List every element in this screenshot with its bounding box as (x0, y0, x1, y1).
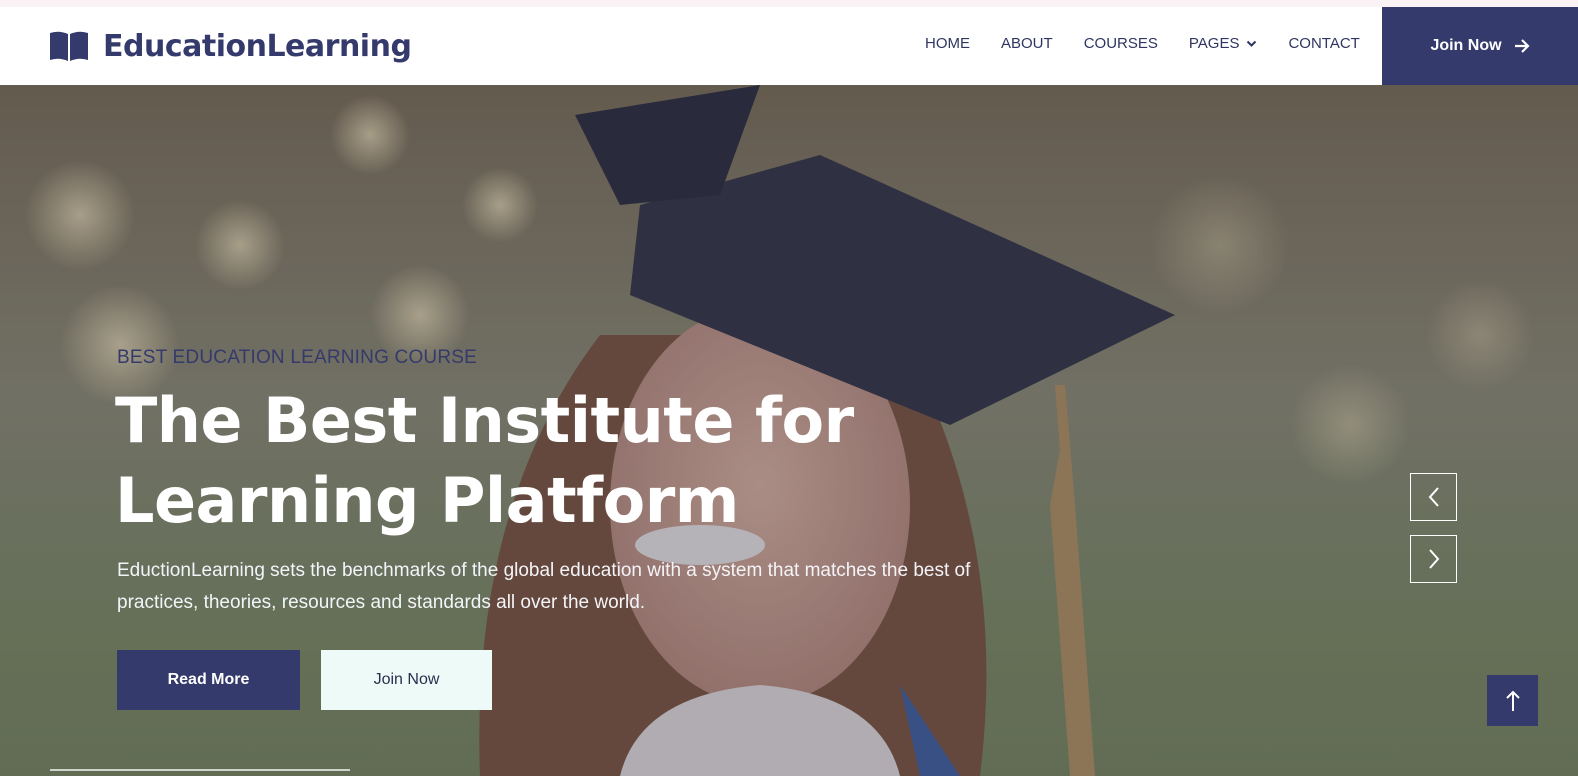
join-now-nav-label: Join Now (1430, 37, 1502, 54)
hero-headline-line2: Learning Platform (115, 464, 739, 537)
slide-indicator-line (50, 769, 350, 771)
nav-home[interactable]: HOME (925, 35, 970, 52)
hero-headline-line1: The Best Institute for (115, 384, 854, 457)
chevron-down-icon (1247, 40, 1257, 47)
carousel-next-button[interactable] (1410, 535, 1457, 583)
navbar: EducationLearning HOME ABOUT COURSES PAG… (0, 7, 1578, 85)
arrow-right-icon (1514, 39, 1530, 53)
top-strip (0, 0, 1578, 7)
hero-slider: BEST EDUCATION LEARNING COURSE The Best … (0, 85, 1578, 776)
hero-description: EductionLearning sets the benchmarks of … (117, 560, 971, 613)
nav-pages[interactable]: PAGES (1189, 35, 1258, 52)
back-to-top-button[interactable] (1487, 675, 1538, 726)
carousel-prev-button[interactable] (1410, 473, 1457, 521)
open-book-icon (50, 31, 88, 61)
brand-name: EducationLearning (103, 28, 412, 64)
nav-pages-label: PAGES (1188, 35, 1240, 52)
join-now-nav-button[interactable]: Join Now (1382, 7, 1578, 85)
arrow-up-icon (1505, 690, 1520, 711)
nav-about[interactable]: ABOUT (1001, 35, 1053, 52)
hero-eyebrow: BEST EDUCATION LEARNING COURSE (117, 347, 478, 368)
nav-courses[interactable]: COURSES (1084, 35, 1158, 52)
join-now-button[interactable]: Join Now (321, 650, 492, 710)
chevron-right-icon (1428, 549, 1439, 569)
nav-contact[interactable]: CONTACT (1288, 35, 1359, 52)
brand-logo[interactable]: EducationLearning (49, 25, 412, 67)
read-more-button[interactable]: Read More (117, 650, 300, 710)
hero-headline: The Best Institute for Learning Platform (115, 381, 1015, 541)
main-nav: HOME ABOUT COURSES PAGES CONTACT (925, 35, 1360, 52)
chevron-left-icon (1428, 487, 1439, 507)
